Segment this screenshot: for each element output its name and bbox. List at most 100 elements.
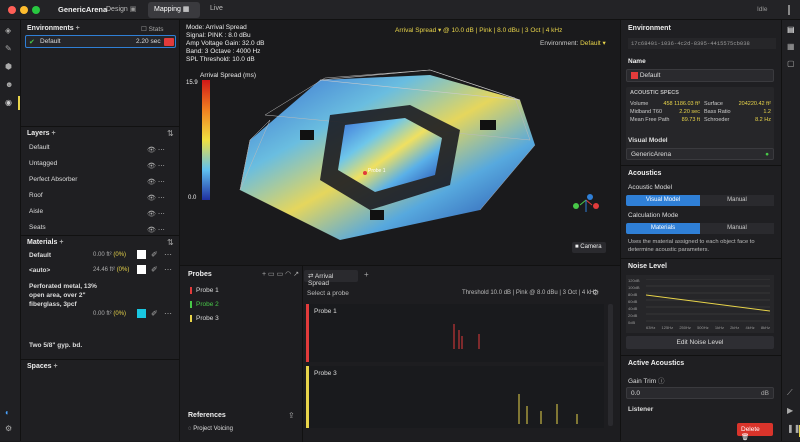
probe-tag: Probe 1 bbox=[368, 168, 386, 174]
probe-select[interactable]: Select a probe bbox=[307, 290, 349, 297]
tab-live[interactable]: Live bbox=[210, 5, 223, 12]
users-icon[interactable]: ☻ bbox=[5, 80, 13, 89]
chart-icon[interactable]: ⟋ bbox=[787, 388, 793, 398]
tab-mapping[interactable]: Mapping ▦ bbox=[148, 2, 200, 18]
sort-icon[interactable]: ⇅ bbox=[167, 238, 174, 247]
level-value[interactable]: 8.0 dBu bbox=[497, 27, 519, 34]
3d-viewport[interactable]: Probe 1 Mode: Arrival Spread Signal: PINK… bbox=[180, 20, 620, 265]
check-icon: ✔ bbox=[29, 39, 35, 46]
environment-color-swatch[interactable] bbox=[631, 72, 638, 79]
acoustic-model-label: Acoustic Model bbox=[628, 184, 673, 191]
mode-select[interactable]: Arrival Spread bbox=[395, 27, 436, 34]
references-heading: References bbox=[188, 412, 226, 419]
probe-item[interactable]: Probe 1 bbox=[190, 287, 219, 294]
material-item[interactable]: Two 5/8" gyp. bd. bbox=[29, 342, 82, 349]
mapping-toolbar: Arrival Spread ▾ @ 10.0 dB | Pink | 8.0 … bbox=[395, 27, 563, 34]
settings-gear-icon[interactable]: ⚙ bbox=[592, 288, 599, 297]
camera-button[interactable]: ■ Camera bbox=[572, 242, 606, 253]
layer-item[interactable]: Perfect Absorber bbox=[29, 176, 77, 183]
visual-model-field[interactable]: GenericArena ● bbox=[626, 148, 774, 160]
brush-icon[interactable]: ✎ bbox=[5, 44, 12, 53]
material-color-swatch[interactable] bbox=[137, 250, 146, 259]
environment-name: Default bbox=[40, 38, 61, 45]
material-area: 0.00 ft² (0%) bbox=[93, 311, 127, 317]
band-select[interactable]: 3 Oct bbox=[525, 27, 541, 34]
material-item[interactable]: Default bbox=[29, 252, 51, 259]
layer-item[interactable]: Seats bbox=[29, 224, 46, 231]
box-icon[interactable]: ▢ bbox=[787, 59, 795, 68]
layer-visibility-icons[interactable]: 👁 ⋯ 👁 ⋯ 👁 ⋯ 👁 ⋯ 👁 ⋯ 👁 ⋯ bbox=[147, 143, 165, 239]
zoom-window-button[interactable] bbox=[32, 6, 40, 14]
environment-t60: 2.20 sec bbox=[136, 38, 161, 45]
materials-toggle[interactable]: Materials bbox=[626, 223, 700, 234]
environment-select[interactable]: Environment: Default ▾ bbox=[540, 39, 606, 47]
gain-trim-label: Gain Trim ⓘ bbox=[628, 378, 665, 385]
bottom-panel: Probes + ▭ ▭ ◠ ↗ Probe 1 Probe 2 Probe 3… bbox=[180, 265, 620, 442]
environment-panel: Environment 17c68401-1036-4c2d-8395-4415… bbox=[620, 20, 782, 441]
panel-title: Environment bbox=[628, 25, 671, 32]
title-bar: GenericArena Design ▣ Mapping ▦ Live Idl… bbox=[0, 0, 800, 20]
layer-item[interactable]: Roof bbox=[29, 192, 43, 199]
tab-design[interactable]: Design ▣ bbox=[106, 5, 136, 13]
more-icon[interactable]: ⋯ bbox=[164, 265, 172, 274]
specs-title: ACOUSTIC SPECS bbox=[630, 90, 679, 96]
probe-item[interactable]: Probe 2 bbox=[190, 301, 219, 308]
visual-model-toggle[interactable]: Visual Model bbox=[626, 195, 700, 206]
more-icon[interactable]: ⋯ bbox=[164, 309, 172, 318]
material-item[interactable]: <auto> bbox=[29, 267, 50, 274]
acoustics-heading: Acoustics bbox=[628, 170, 662, 177]
manual-calc-toggle[interactable]: Manual bbox=[700, 223, 774, 234]
right-toolbar: ▤ ▦ ▢ ⟋ ▶ ❚❚ bbox=[781, 20, 800, 441]
gain-trim-input[interactable]: 0.0 dB bbox=[626, 387, 774, 399]
legend-title: Arrival Spread (ms) bbox=[200, 72, 256, 79]
add-tab-button[interactable]: + bbox=[364, 270, 369, 279]
plots-scrollbar[interactable] bbox=[608, 304, 613, 426]
material-item[interactable]: Perforated metal, 13% open area, over 2"… bbox=[29, 282, 97, 309]
material-color-swatch[interactable] bbox=[137, 265, 146, 274]
name-field[interactable]: Default bbox=[626, 69, 774, 82]
status-text: Idle bbox=[757, 6, 768, 13]
document-icon[interactable]: ▤ bbox=[787, 25, 795, 34]
reference-item[interactable]: ◌ Project Voicing bbox=[188, 426, 233, 432]
environment-id: 17c68401-1036-4c2d-8395-4415575cb038 bbox=[628, 38, 776, 49]
probes-heading: Probes bbox=[188, 271, 212, 278]
noise-y-axis: 120dB 100dB 80dB 60dB 40dB 20dB 0dB bbox=[628, 278, 640, 325]
cube-icon[interactable]: ⬢ bbox=[5, 62, 12, 71]
noise-level-chart: 120dB 100dB 80dB 60dB 40dB 20dB 0dB 63Hz 125Hz 2… bbox=[626, 275, 774, 333]
layer-item[interactable]: Aisle bbox=[29, 208, 43, 215]
probe-item[interactable]: Probe 3 bbox=[190, 315, 219, 322]
sort-icon[interactable]: ⇅ bbox=[167, 129, 174, 138]
layer-item[interactable]: Untagged bbox=[29, 160, 57, 167]
environment-item[interactable]: ✔ Default 2.20 sec bbox=[25, 35, 176, 48]
legend-gradient bbox=[202, 80, 210, 200]
layers-icon[interactable]: ◈ bbox=[5, 26, 11, 35]
calendar-icon[interactable]: ▦ bbox=[787, 42, 795, 51]
freq-select[interactable]: 4 kHz bbox=[546, 27, 563, 34]
tab-arrival-spread[interactable]: ⇄ Arrival Spread bbox=[304, 270, 358, 287]
probe-tools-icons[interactable]: + ▭ ▭ ◠ ↗ bbox=[262, 270, 299, 278]
user-profile-icon[interactable]: ◐ bbox=[5, 408, 10, 417]
more-icon[interactable]: ⋯ bbox=[164, 250, 172, 259]
divider bbox=[302, 266, 303, 442]
signal-select[interactable]: Pink bbox=[479, 27, 492, 34]
delete-button[interactable]: Delete 🗑 bbox=[737, 423, 773, 441]
material-color-swatch[interactable] bbox=[137, 309, 146, 318]
edit-noise-level-button[interactable]: Edit Noise Level bbox=[626, 336, 774, 349]
environment-color-swatch[interactable] bbox=[164, 38, 174, 46]
divider bbox=[621, 258, 782, 259]
threshold-value[interactable]: 10.0 dB bbox=[451, 27, 473, 34]
settings-gear-icon[interactable]: ⚙ bbox=[5, 424, 12, 433]
divider bbox=[21, 359, 180, 360]
upload-icon[interactable]: ⇪ bbox=[288, 411, 295, 420]
minimize-window-button[interactable] bbox=[20, 6, 28, 14]
layer-item[interactable]: Default bbox=[29, 144, 50, 151]
close-window-button[interactable] bbox=[8, 6, 16, 14]
play-icon[interactable]: ▶ bbox=[787, 406, 793, 415]
eyedropper-icon[interactable]: ✐ bbox=[151, 309, 158, 318]
threshold-text: Threshold 10.0 dB | Pink @ 8.0 dBu | 3 O… bbox=[462, 290, 598, 296]
eyedropper-icon[interactable]: ✐ bbox=[151, 250, 158, 259]
stats-toggle[interactable]: ☐ Stats bbox=[141, 25, 163, 33]
eyedropper-icon[interactable]: ✐ bbox=[151, 265, 158, 274]
manual-toggle[interactable]: Manual bbox=[700, 195, 774, 206]
broadcast-icon[interactable]: ◉ bbox=[5, 98, 12, 107]
